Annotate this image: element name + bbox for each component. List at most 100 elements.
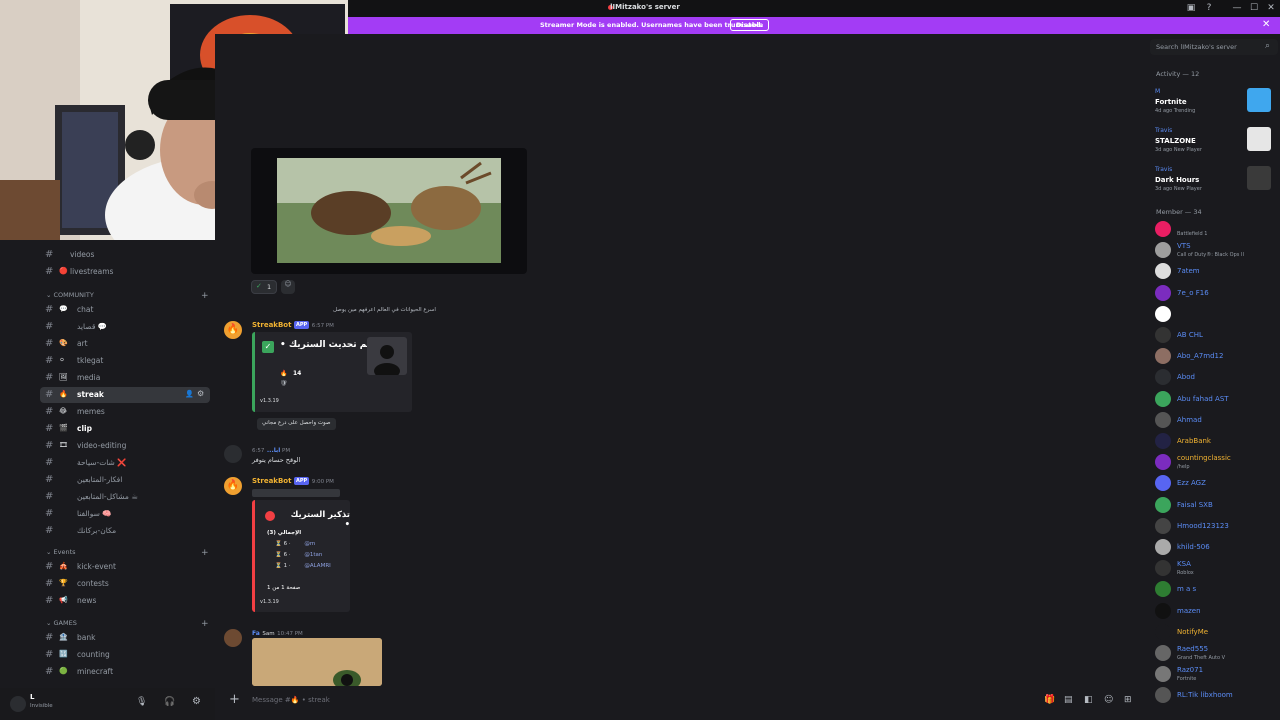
member-item[interactable]: m a s bbox=[1155, 579, 1280, 599]
reaction-check[interactable]: ✓ 1 bbox=[251, 280, 277, 294]
channel-item[interactable]: # قصايد 💬 bbox=[40, 319, 210, 335]
minimize-button[interactable]: — bbox=[1230, 2, 1244, 14]
user-avatar[interactable] bbox=[10, 696, 26, 712]
microphone-icon[interactable]: 🎙 bbox=[136, 697, 147, 707]
channel-item[interactable]: # 🔢 counting bbox=[40, 647, 210, 663]
add-reaction-icon[interactable]: ☺ bbox=[281, 280, 295, 294]
add-attachment-icon[interactable]: + bbox=[229, 692, 240, 707]
member-item[interactable]: mazen bbox=[1155, 601, 1280, 621]
member-item[interactable]: RL:Tik libxhoom bbox=[1155, 685, 1280, 705]
author-name[interactable]: Fa bbox=[252, 630, 260, 637]
bot-avatar[interactable]: 🔥 bbox=[224, 321, 242, 339]
channel-item[interactable]: # شات-سياحة ❌ bbox=[40, 455, 210, 471]
inbox-icon[interactable]: ▣ bbox=[1184, 2, 1198, 14]
member-avatar bbox=[1155, 517, 1171, 534]
member-item[interactable]: Faisal SXB bbox=[1155, 495, 1280, 515]
member-item[interactable]: 7atem bbox=[1155, 261, 1280, 281]
member-item[interactable]: Ezz AGZ bbox=[1155, 473, 1280, 493]
video-embed[interactable] bbox=[251, 148, 527, 274]
activity-card[interactable]: M Fortnite 4d ago Trending bbox=[1155, 88, 1275, 120]
user-silhouette-icon bbox=[374, 345, 400, 379]
sticker-icon[interactable]: ◧ bbox=[1084, 695, 1093, 705]
chevron-down-icon: ⌄ bbox=[46, 291, 54, 299]
vote-link-button[interactable]: صوت واحصل على درع مجاني bbox=[257, 418, 336, 430]
channel-item[interactable]: # ⚪ tklegat bbox=[40, 353, 210, 369]
channel-videos[interactable]: # videos bbox=[40, 247, 210, 263]
member-item[interactable]: 7e_o F16 bbox=[1155, 283, 1280, 303]
member-item[interactable]: khild-506 bbox=[1155, 537, 1280, 557]
gift-icon[interactable]: 🎁 bbox=[1044, 695, 1055, 705]
channel-item[interactable]: # افكار-المتابعين bbox=[40, 472, 210, 488]
attached-image[interactable] bbox=[252, 638, 382, 686]
member-item[interactable]: Abo_A7md12 bbox=[1155, 346, 1280, 366]
author-name[interactable]: ابا... bbox=[267, 447, 280, 454]
emoji-icon[interactable]: ☺ bbox=[1104, 695, 1113, 705]
member-item[interactable]: Battlefield 1 bbox=[1155, 219, 1280, 239]
message-header: Fa Sam 10:47 PM bbox=[252, 628, 303, 637]
channel-sidebar: # videos # 🔴 livestreams ⌄ COMMUNITY + #… bbox=[0, 240, 215, 688]
activity-card[interactable]: Travis Dark Hours 3d ago New Player bbox=[1155, 166, 1275, 198]
help-icon[interactable]: ? bbox=[1202, 2, 1216, 14]
channel-item[interactable]: # 🎪 kick-event bbox=[40, 559, 210, 575]
channel-emoji: 🎪 bbox=[59, 562, 68, 570]
category-label: GAMES bbox=[53, 619, 77, 627]
member-name: m a s bbox=[1177, 585, 1197, 594]
channel-item[interactable]: # سوالفنا 🧠 bbox=[40, 506, 210, 522]
channel-settings-icon[interactable]: ⚙ bbox=[197, 389, 204, 398]
member-item[interactable]: countingclassic/help bbox=[1155, 452, 1280, 472]
member-item[interactable]: Ahmad bbox=[1155, 410, 1280, 430]
channel-label: قصايد 💬 bbox=[77, 322, 108, 331]
channel-item[interactable]: # 🔥 streak 👤 ⚙ bbox=[40, 387, 210, 403]
reply-preview[interactable]: اسرع الحيوانات في العالم اعرفهم مين يوصل bbox=[333, 307, 436, 313]
message-composer[interactable]: + Message #🔥 • streak 🎁 ▤ ◧ ☺ ⊞ bbox=[222, 690, 1142, 712]
author-name[interactable]: StreakBot bbox=[252, 321, 291, 329]
member-item[interactable]: AB CHL bbox=[1155, 325, 1280, 345]
gif-icon[interactable]: ▤ bbox=[1064, 695, 1073, 705]
banner-close-button[interactable]: ✕ bbox=[1262, 19, 1270, 30]
channel-item[interactable]: # 🏦 bank bbox=[40, 630, 210, 646]
close-window-button[interactable]: ✕ bbox=[1264, 2, 1278, 14]
member-status: /help bbox=[1177, 464, 1190, 471]
add-channel-icon[interactable]: + bbox=[201, 548, 209, 558]
channel-item[interactable]: # 🏆 contests bbox=[40, 576, 210, 592]
member-item[interactable]: Abod bbox=[1155, 367, 1280, 387]
maximize-button[interactable]: ☐ bbox=[1247, 2, 1261, 14]
search-box[interactable]: Search lIMitzako's server ⌕ bbox=[1150, 39, 1278, 55]
settings-gear-icon[interactable]: ⚙ bbox=[192, 696, 201, 707]
channel-item[interactable]: # 💬 chat bbox=[40, 302, 210, 318]
disable-streamer-mode-button[interactable]: Disable bbox=[730, 19, 770, 31]
channel-item[interactable]: # مكان-بركانك bbox=[40, 523, 210, 539]
invite-icon[interactable]: 👤 bbox=[185, 390, 194, 398]
channel-item[interactable]: # 🖼 media bbox=[40, 370, 210, 386]
member-item[interactable] bbox=[1155, 304, 1280, 324]
channel-item[interactable]: # 📢 news bbox=[40, 593, 210, 609]
channel-item[interactable]: # 🎞 video-editing bbox=[40, 438, 210, 454]
bot-avatar[interactable]: 🔥 bbox=[224, 477, 242, 495]
member-item[interactable]: NotifyMe bbox=[1155, 622, 1280, 642]
channel-item[interactable]: # 🎬 clip bbox=[40, 421, 210, 437]
channel-item[interactable]: # 😂 memes bbox=[40, 404, 210, 420]
activity-card[interactable]: Travis STALZONE 3d ago New Player bbox=[1155, 127, 1275, 159]
hash-icon: # bbox=[45, 406, 54, 417]
channel-item[interactable]: # مشاكل-المتابعين ☕ bbox=[40, 489, 210, 505]
user-avatar[interactable] bbox=[224, 629, 242, 647]
member-name: Abod bbox=[1177, 373, 1195, 382]
member-item[interactable]: Raed555 Grand Theft Auto V bbox=[1155, 643, 1280, 663]
headphones-icon[interactable]: 🎧 bbox=[164, 697, 175, 707]
channel-item[interactable]: # 🎨 art bbox=[40, 336, 210, 352]
add-channel-icon[interactable]: + bbox=[201, 619, 209, 629]
author-name[interactable]: StreakBot bbox=[252, 477, 291, 485]
apps-icon[interactable]: ⊞ bbox=[1124, 695, 1132, 705]
add-channel-icon[interactable]: + bbox=[201, 291, 209, 301]
member-item[interactable]: Abu fahad AST bbox=[1155, 389, 1280, 409]
member-item[interactable]: Hmood123123 bbox=[1155, 516, 1280, 536]
channel-livestreams[interactable]: # 🔴 livestreams bbox=[40, 264, 210, 280]
user-avatar[interactable] bbox=[224, 445, 242, 463]
channel-item[interactable]: # 🟢 minecraft bbox=[40, 664, 210, 680]
member-item[interactable]: Raz071 Fortnite bbox=[1155, 664, 1280, 684]
hash-icon: # bbox=[45, 508, 54, 519]
member-item[interactable]: ArabBank bbox=[1155, 431, 1280, 451]
member-item[interactable]: KSA Roblox bbox=[1155, 558, 1280, 578]
member-item[interactable]: VTS Call of Duty®: Black Ops II bbox=[1155, 240, 1280, 260]
channel-emoji: 🎬 bbox=[59, 424, 68, 432]
